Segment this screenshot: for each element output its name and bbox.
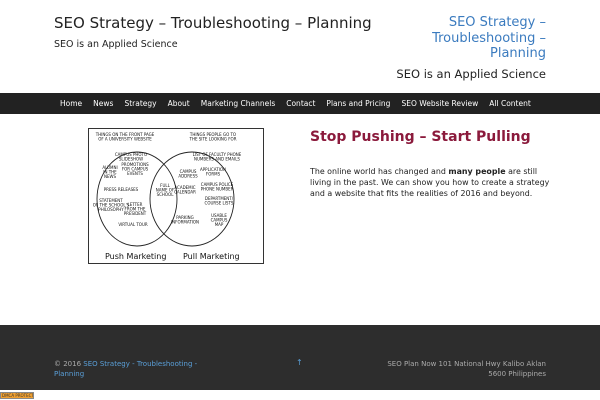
push-marketing-caption: Push Marketing	[105, 252, 167, 261]
venn-diagram: THINGS ON THE FRONT PAGE OF A UNIVERSITY …	[93, 132, 242, 247]
nav-item-home[interactable]: Home	[54, 93, 88, 114]
page-bottom-strip	[0, 390, 600, 400]
venn-center-item: CAMPUS ADDRESS	[178, 169, 198, 179]
dmca-badge[interactable]: DMCA PROTECTED	[0, 392, 34, 399]
post-body-emphasis: many people	[448, 167, 506, 176]
nav-item-all-content[interactable]: All Content	[484, 93, 537, 114]
header-widget-title-link[interactable]: SEO Strategy – Troubleshooting – Plannin…	[386, 15, 546, 62]
venn-right-header: THINGS PEOPLE GO TO THE SITE LOOKING FOR	[189, 132, 237, 142]
pull-marketing-caption: Pull Marketing	[183, 252, 240, 261]
nav-item-about[interactable]: About	[162, 93, 195, 114]
footer-address: SEO Plan Now 101 National Hwy Kalibo Akl…	[387, 360, 546, 378]
venn-center-item: PARKING INFORMATION	[171, 215, 199, 225]
header-widget-description: SEO is an Applied Science	[396, 67, 546, 81]
venn-right-item: USABLE CAMPUS MAP	[211, 213, 228, 227]
post-body-text-1: The online world has changed and	[310, 167, 449, 176]
nav-menu: Home News Strategy About Marketing Chann…	[54, 93, 536, 114]
venn-left-item: PRESS RELEASES	[104, 187, 139, 192]
main-content: THINGS ON THE FRONT PAGE OF A UNIVERSITY …	[0, 114, 600, 325]
venn-diagram-image: THINGS ON THE FRONT PAGE OF A UNIVERSITY …	[88, 128, 264, 264]
nav-item-strategy[interactable]: Strategy	[119, 93, 162, 114]
venn-right-item: CAMPUS POLICE PHONE NUMBER	[201, 182, 234, 192]
venn-left-header: THINGS ON THE FRONT PAGE OF A UNIVERSITY …	[95, 132, 155, 142]
site-title[interactable]: SEO Strategy – Troubleshooting – Plannin…	[54, 14, 372, 32]
venn-center-item: ACADEMIC CALENDAR	[174, 185, 196, 195]
post-body: The online world has changed and many pe…	[310, 166, 550, 200]
nav-item-marketing-channels[interactable]: Marketing Channels	[195, 93, 280, 114]
site-footer: © 2016 SEO Strategy - Troubleshooting - …	[0, 325, 600, 390]
nav-item-seo-website-review[interactable]: SEO Website Review	[396, 93, 484, 114]
post-title[interactable]: Stop Pushing – Start Pulling	[310, 129, 531, 145]
venn-right-item: APPLICATION FORMS	[200, 167, 226, 177]
venn-left-item: PROMOTIONS FOR CAMPUS EVENTS	[121, 162, 149, 176]
site-description: SEO is an Applied Science	[54, 39, 178, 50]
site-header: SEO Strategy – Troubleshooting – Plannin…	[0, 0, 600, 93]
venn-center-item: FULL NAME OF SCHOOL	[156, 183, 175, 197]
footer-copyright: © 2016 SEO Strategy - Troubleshooting - …	[54, 359, 214, 379]
venn-left-item: LETTER FROM THE PRESIDENT	[124, 202, 147, 216]
copyright-text: © 2016	[54, 360, 84, 368]
venn-left-item: ALUMNI IN THE NEWS	[102, 165, 117, 179]
main-navigation: Home News Strategy About Marketing Chann…	[0, 93, 600, 114]
venn-left-item: VIRTUAL TOUR	[118, 222, 148, 227]
nav-item-plans-and-pricing[interactable]: Plans and Pricing	[321, 93, 396, 114]
back-to-top-arrow-icon[interactable]: ↑	[296, 358, 303, 367]
venn-left-item: CAMPUS PHOTO SLIDESHOW	[115, 152, 147, 162]
nav-item-contact[interactable]: Contact	[281, 93, 321, 114]
venn-right-item: LIST OF FACULTY PHONE NUMBERS AND EMAILS	[193, 152, 242, 162]
venn-right-item: DEPARTMENT/COURSE LISTS	[205, 196, 234, 206]
nav-item-news[interactable]: News	[88, 93, 119, 114]
